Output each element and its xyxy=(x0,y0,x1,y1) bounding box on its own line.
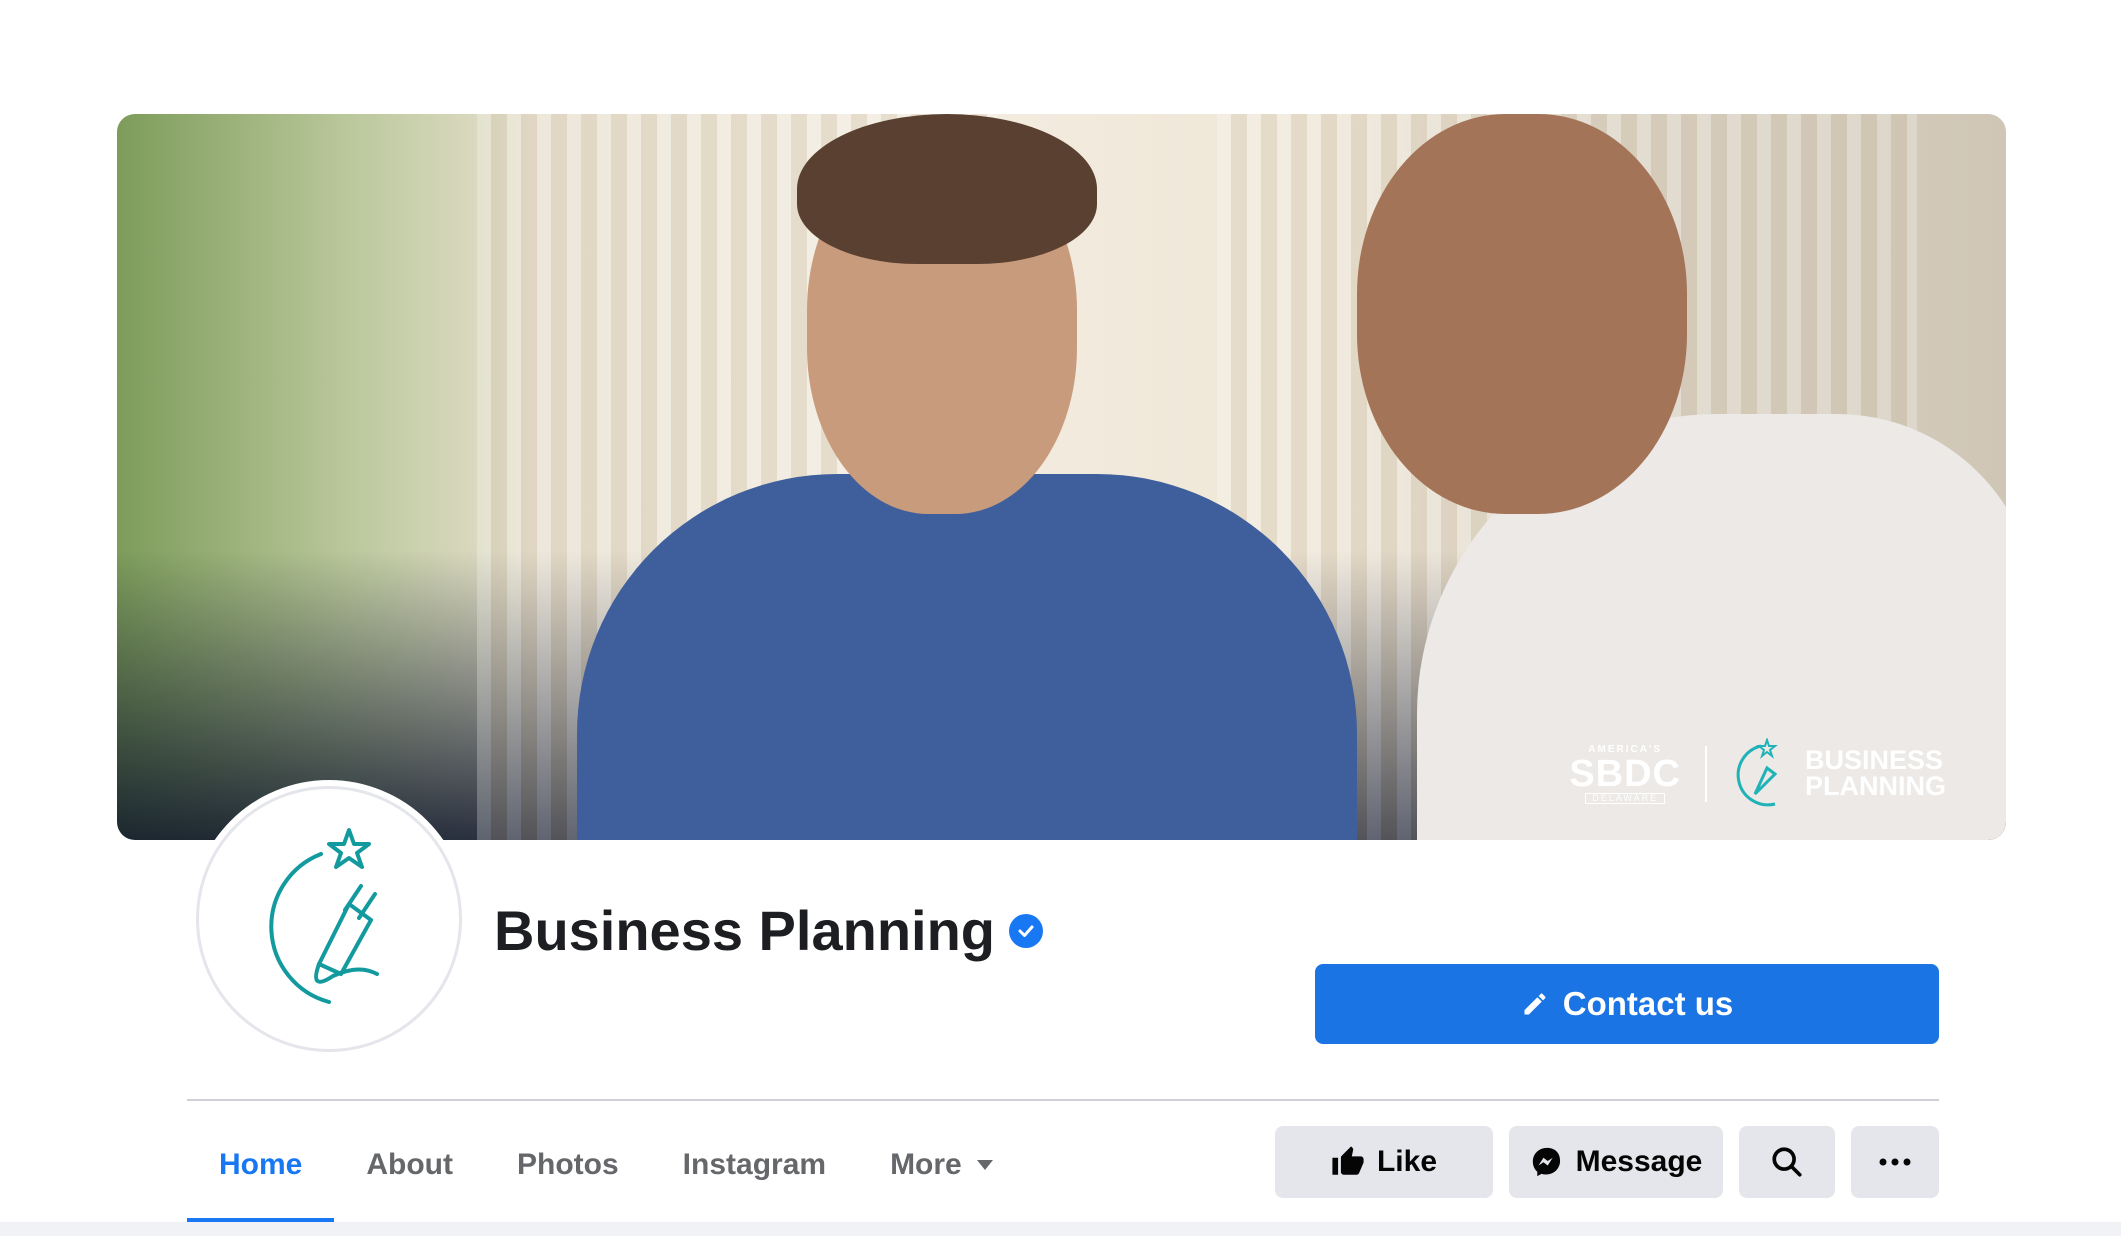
like-label: Like xyxy=(1376,1145,1438,1178)
pen-star-icon xyxy=(1736,738,1778,807)
thumbs-up-icon xyxy=(1332,1146,1364,1175)
page-name: Business Planning xyxy=(494,899,995,962)
message-label: Message xyxy=(1575,1145,1703,1178)
tab-about-label: About xyxy=(366,1148,453,1181)
page-actions: Like Message xyxy=(1275,1126,1939,1198)
profile-avatar[interactable] xyxy=(196,786,462,1052)
sbdc-logo-main: SBDC xyxy=(1569,752,1681,795)
pen-star-logo-icon xyxy=(269,828,379,1004)
sbdc-logo: AMERICA'S SBDC DELAWARE xyxy=(1569,744,1681,804)
like-button[interactable]: Like xyxy=(1275,1126,1493,1198)
wordmark-line-2: PLANNING xyxy=(1805,771,1946,801)
header-divider xyxy=(187,1099,1939,1101)
messenger-icon xyxy=(1532,1147,1560,1177)
search-button[interactable] xyxy=(1739,1126,1835,1198)
ellipsis-icon xyxy=(1879,1158,1911,1166)
tab-more-label: More xyxy=(890,1148,962,1181)
caret-down-icon xyxy=(976,1160,993,1170)
logo-divider xyxy=(1705,746,1707,802)
tab-photos[interactable]: Photos xyxy=(485,1112,651,1223)
page-title: Business Planning xyxy=(494,898,1043,963)
person-right-head xyxy=(1357,114,1687,514)
person-left-shirt xyxy=(577,474,1357,840)
more-options-button[interactable] xyxy=(1851,1126,1939,1198)
message-button[interactable]: Message xyxy=(1509,1126,1723,1198)
verified-check-icon xyxy=(1009,913,1043,948)
business-planning-wordmark: BUSINESS PLANNING xyxy=(1731,738,1946,810)
feed-background xyxy=(0,1222,2121,1236)
person-left-hair xyxy=(797,114,1097,264)
tab-instagram-label: Instagram xyxy=(682,1148,827,1181)
pencil-icon xyxy=(1524,993,1546,1015)
tab-home-label: Home xyxy=(219,1148,303,1181)
sbdc-logo-state: DELAWARE xyxy=(1585,792,1666,804)
cover-photo[interactable]: AMERICA'S SBDC DELAWARE BUSINESS PLANNIN… xyxy=(117,114,2006,840)
contact-us-label: Contact us xyxy=(1562,985,1734,1022)
tab-about[interactable]: About xyxy=(334,1112,485,1223)
tab-more[interactable]: More xyxy=(858,1112,1026,1223)
tab-instagram[interactable]: Instagram xyxy=(651,1112,858,1223)
tab-photos-label: Photos xyxy=(517,1148,619,1181)
tab-home[interactable]: Home xyxy=(187,1112,335,1223)
page-tabs: Home About Photos Instagram More xyxy=(187,1112,1026,1223)
search-icon xyxy=(1772,1147,1802,1177)
cover-logo: AMERICA'S SBDC DELAWARE BUSINESS PLANNIN… xyxy=(1569,738,1946,810)
contact-us-button[interactable]: Contact us xyxy=(1315,964,1939,1044)
